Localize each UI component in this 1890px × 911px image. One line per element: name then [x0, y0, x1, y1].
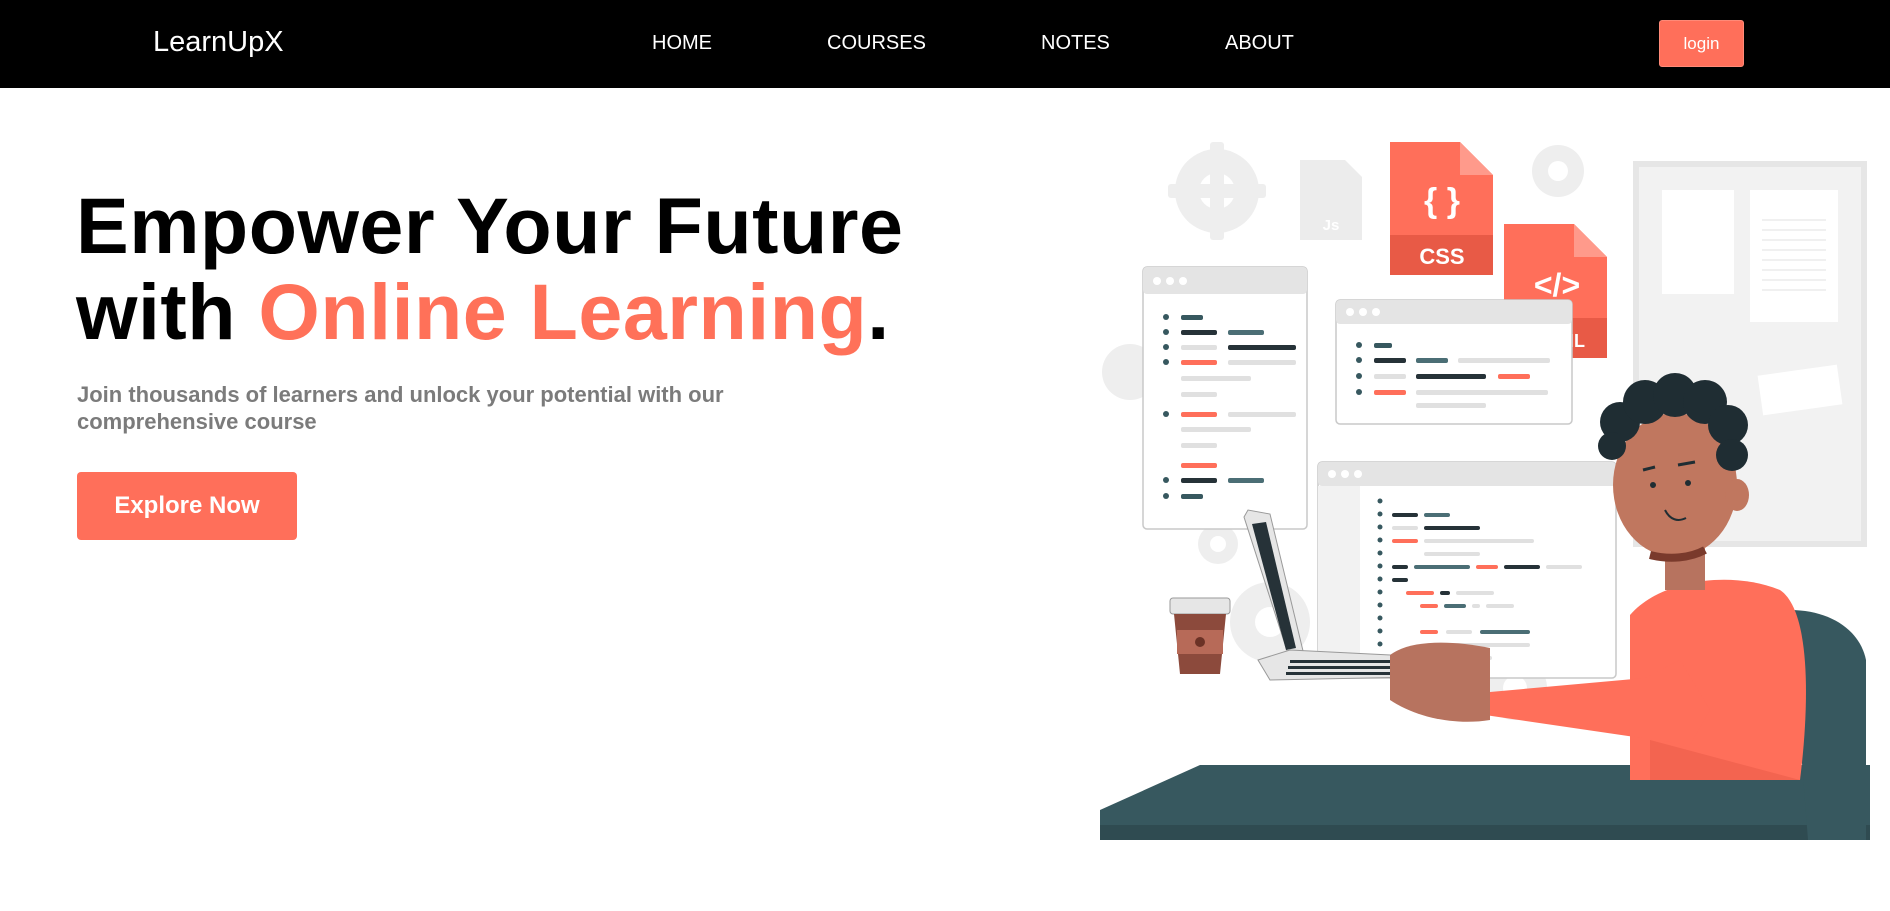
- nav-link-courses[interactable]: COURSES: [827, 32, 926, 55]
- gear-icon: [1168, 142, 1266, 240]
- css-file-icon: { } CSS: [1390, 142, 1493, 275]
- svg-text:</>: </>: [1534, 267, 1580, 303]
- login-button[interactable]: login: [1659, 20, 1744, 67]
- svg-text:CSS: CSS: [1419, 244, 1464, 269]
- hero-title-suffix: .: [867, 267, 890, 356]
- nav-link-about[interactable]: ABOUT: [1225, 32, 1294, 55]
- hero-illustration: Js { } CSS </> ML: [1100, 142, 1870, 840]
- hero-title-prefix: with: [76, 267, 259, 356]
- explore-now-button[interactable]: Explore Now: [77, 472, 297, 540]
- nav-link-home[interactable]: HOME: [652, 32, 712, 55]
- hero-subtitle: Join thousands of learners and unlock yo…: [77, 382, 724, 434]
- svg-text:Js: Js: [1323, 217, 1340, 234]
- gear-icon: [1532, 145, 1584, 197]
- nav-link-notes[interactable]: NOTES: [1041, 32, 1110, 55]
- hero-title-line1: Empower Your Future: [76, 181, 904, 270]
- brand-logo[interactable]: LearnUpX: [153, 26, 284, 59]
- js-file-icon: Js: [1300, 160, 1362, 240]
- coffee-cup-icon: [1169, 597, 1231, 674]
- code-window: [1142, 266, 1308, 530]
- code-window: [1335, 299, 1573, 425]
- svg-text:{ }: { }: [1424, 182, 1460, 220]
- hero-title-highlight: Online Learning: [258, 267, 868, 356]
- navbar: LearnUpX HOME COURSES NOTES ABOUT login: [0, 0, 1890, 88]
- hero-title: Empower Your Future with Online Learning…: [76, 183, 903, 355]
- gear-icon: [1198, 524, 1238, 564]
